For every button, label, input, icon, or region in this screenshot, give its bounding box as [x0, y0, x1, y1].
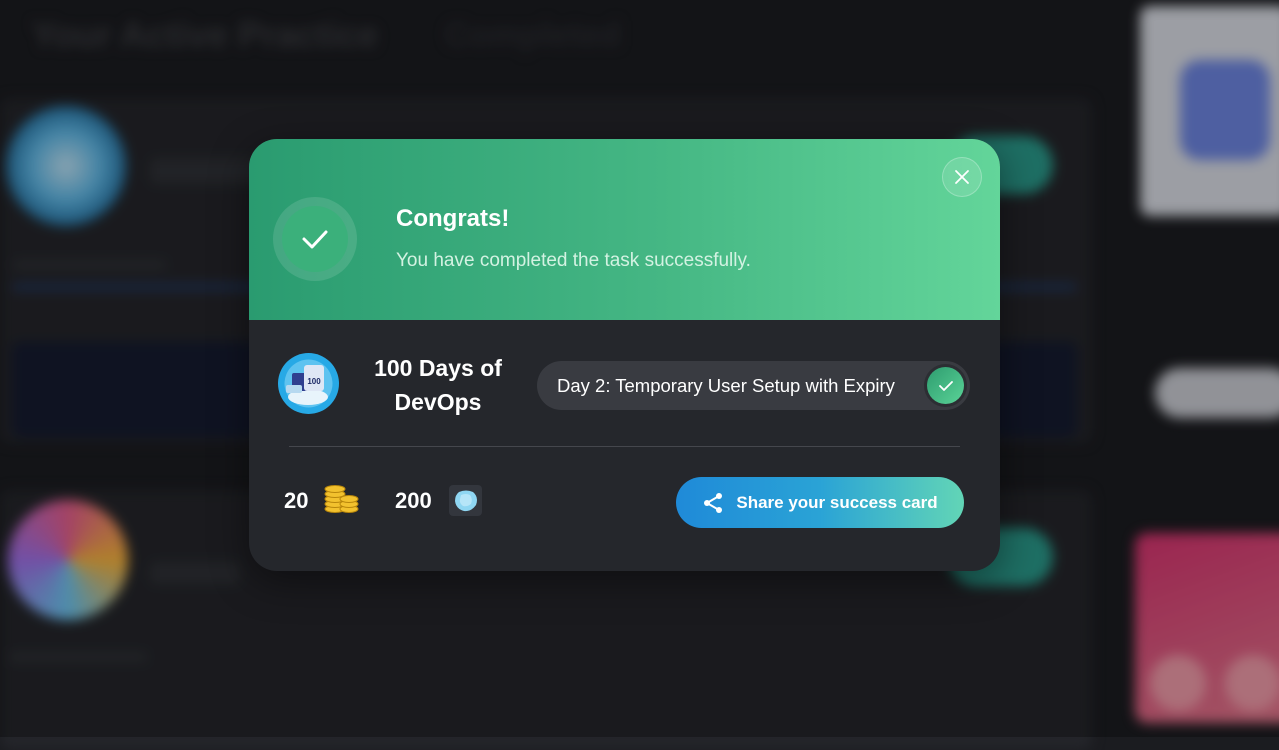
svg-text:100: 100 [307, 377, 321, 386]
course-badge-icon: 100 [278, 353, 339, 414]
gem-icon [449, 485, 482, 516]
divider [289, 446, 960, 447]
task-status [924, 364, 967, 407]
modal-header: Congrats! You have completed the task su… [249, 139, 1000, 320]
share-icon [704, 492, 723, 513]
share-button-label: Share your success card [736, 492, 938, 512]
success-modal: Congrats! You have completed the task su… [249, 139, 1000, 571]
modal-title: Congrats! [396, 205, 510, 232]
task-pill: Day 2: Temporary User Setup with Expiry [537, 361, 970, 410]
modal-subtitle: You have completed the task successfully… [396, 250, 751, 271]
check-icon [927, 367, 964, 404]
success-badge [273, 197, 357, 281]
gems-value: 200 [395, 488, 432, 513]
coins-value: 20 [284, 488, 309, 513]
share-success-card-button[interactable]: Share your success card [676, 477, 964, 528]
course-title: 100 Days of DevOps [374, 355, 502, 415]
check-icon [282, 206, 348, 272]
close-button[interactable] [942, 157, 982, 197]
task-label: Day 2: Temporary User Setup with Expiry [557, 375, 895, 396]
coins-icon [324, 485, 359, 513]
close-icon [955, 170, 969, 184]
